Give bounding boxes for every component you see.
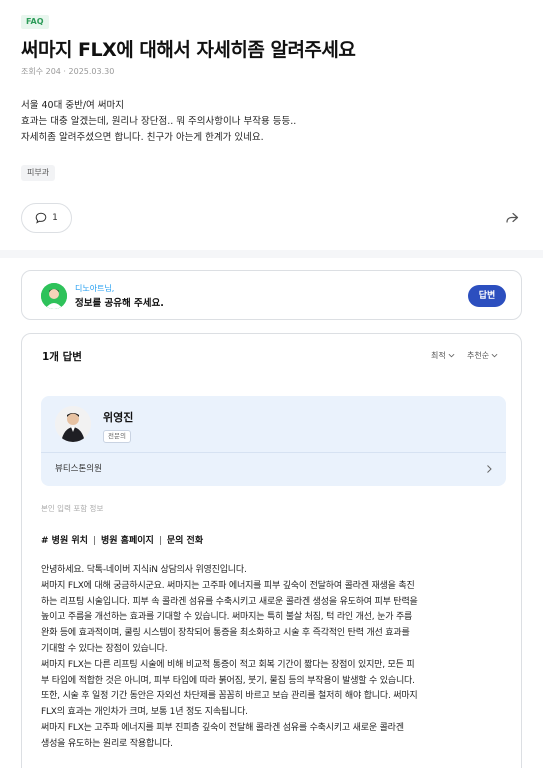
answer-line: 기대할 수 있다는 장점이 있습니다. [41,643,168,654]
question-body-line: 효과는 대충 알겠는데, 원리나 장단점.. 뭐 주의사항이나 부작용 등등.. [21,116,297,127]
speech-bubble-icon [35,212,47,224]
answer-links: # 병원 위치 | 병원 홈페이지 | 문의 전화 [41,536,204,546]
faq-badge: FAQ [21,15,49,29]
answer-line: 또한, 시술 후 일정 기간 동안은 자외선 차단제를 꼼꼼히 바르고 보습 관… [41,691,418,702]
doctor-profile[interactable]: 위영진 전문의 뷰티스톤의원 [41,396,506,486]
chevron-down-icon [491,353,498,358]
answer-line: 안녕하세요. 닥톡-네이버 지식iN 상담의사 위영진입니다. [41,565,247,575]
comment-count: 1 [52,213,58,223]
answer-button[interactable]: 답변 [468,285,506,307]
sort-latest-label: 최적 [431,351,446,360]
answer-line: 하는 리프팅 시술입니다. 피부 속 콜라겐 섬유를 수축시키고 새로운 콜라겐… [41,596,418,607]
answer-line: 써마지 FLX에 대해 궁금하시군요. 써마지는 고주파 에너지를 피부 깊숙이… [41,580,415,591]
question-body-line: 서울 40대 중반/여 써마지 [21,100,125,111]
answers-count: 1개 답변 [42,351,82,363]
prompt-text: 정보를 공유해 주세요. [75,298,164,309]
sort-recommend-dropdown[interactable]: 추천순 [467,350,498,361]
answer-line: 생성을 유도하는 원리로 작용합니다. [41,738,173,749]
question-title: 써마지 FLX에 대해서 자세히좀 알려주세요 [21,39,356,61]
hospital-location-link[interactable]: # 병원 위치 [41,536,88,546]
doctor-avatar [55,406,91,442]
doctor-name: 위영진 [103,411,134,424]
share-arrow-icon[interactable] [505,211,519,225]
chevron-down-icon [448,353,455,358]
comment-button[interactable]: 1 [21,203,72,233]
answer-line: 높이고 주름을 개선하는 효과를 기대할 수 있습니다. 써마지는 특히 불살 … [41,612,413,623]
sort-latest-dropdown[interactable]: 최적 [431,350,455,361]
answer-body: 안녕하세요. 닥톡-네이버 지식iN 상담의사 위영진입니다. 써마지 FLX에… [41,563,511,753]
section-divider [0,250,543,258]
user-avatar [41,283,67,309]
answer-prompt-card: 디노아트님, 정보를 공유해 주세요. 답변 [21,270,522,320]
category-tag[interactable]: 피부과 [21,165,56,181]
input-info-label: 본인 입력 포함 정보 [41,504,104,513]
chevron-right-icon [487,465,492,473]
answer-line: 써마지 FLX는 다른 리프팅 시술에 비해 비교적 통증이 적고 회복 기간이… [41,659,415,670]
answer-line: 써마지 FLX는 고주파 에너지를 피부 진피층 깊숙이 전달해 콜라겐 섬유를… [41,722,404,733]
clinic-name: 뷰티스톤의원 [55,464,102,474]
hospital-homepage-link[interactable]: 병원 홈페이지 [101,536,154,546]
question-body: 서울 40대 중반/여 써마지 효과는 대충 알겠는데, 원리나 장단점.. 뭐… [21,98,521,146]
inquiry-phone-link[interactable]: 문의 전화 [167,536,203,546]
sort-recommend-label: 추천순 [467,351,490,360]
question-body-line: 자세히좀 알려주셨으면 합니다. 친구가 아는게 한계가 있네요. [21,132,264,143]
doctor-divider [41,452,506,453]
answers-card: 1개 답변 최적 추천순 위영진 전문의 뷰티스톤의원 본인 입력 포함 정보 … [21,333,522,768]
prompt-user-name: 디노아트님, [75,284,115,293]
question-meta: 조회수 204 · 2025.03.30 [21,67,115,76]
doctor-role-badge: 전문의 [103,430,131,443]
answer-line: 완화 등에 효과적이며, 쿨링 시스템이 장착되어 통증을 최소화하고 시술 후… [41,628,410,639]
answer-line: 부 타입에 적합한 것은 아니며, 피부 타입에 따라 붉어짐, 붓기, 물집 … [41,675,415,686]
answer-line: FLX의 효과는 개인차가 크며, 보통 1년 정도 지속됩니다. [41,707,248,718]
